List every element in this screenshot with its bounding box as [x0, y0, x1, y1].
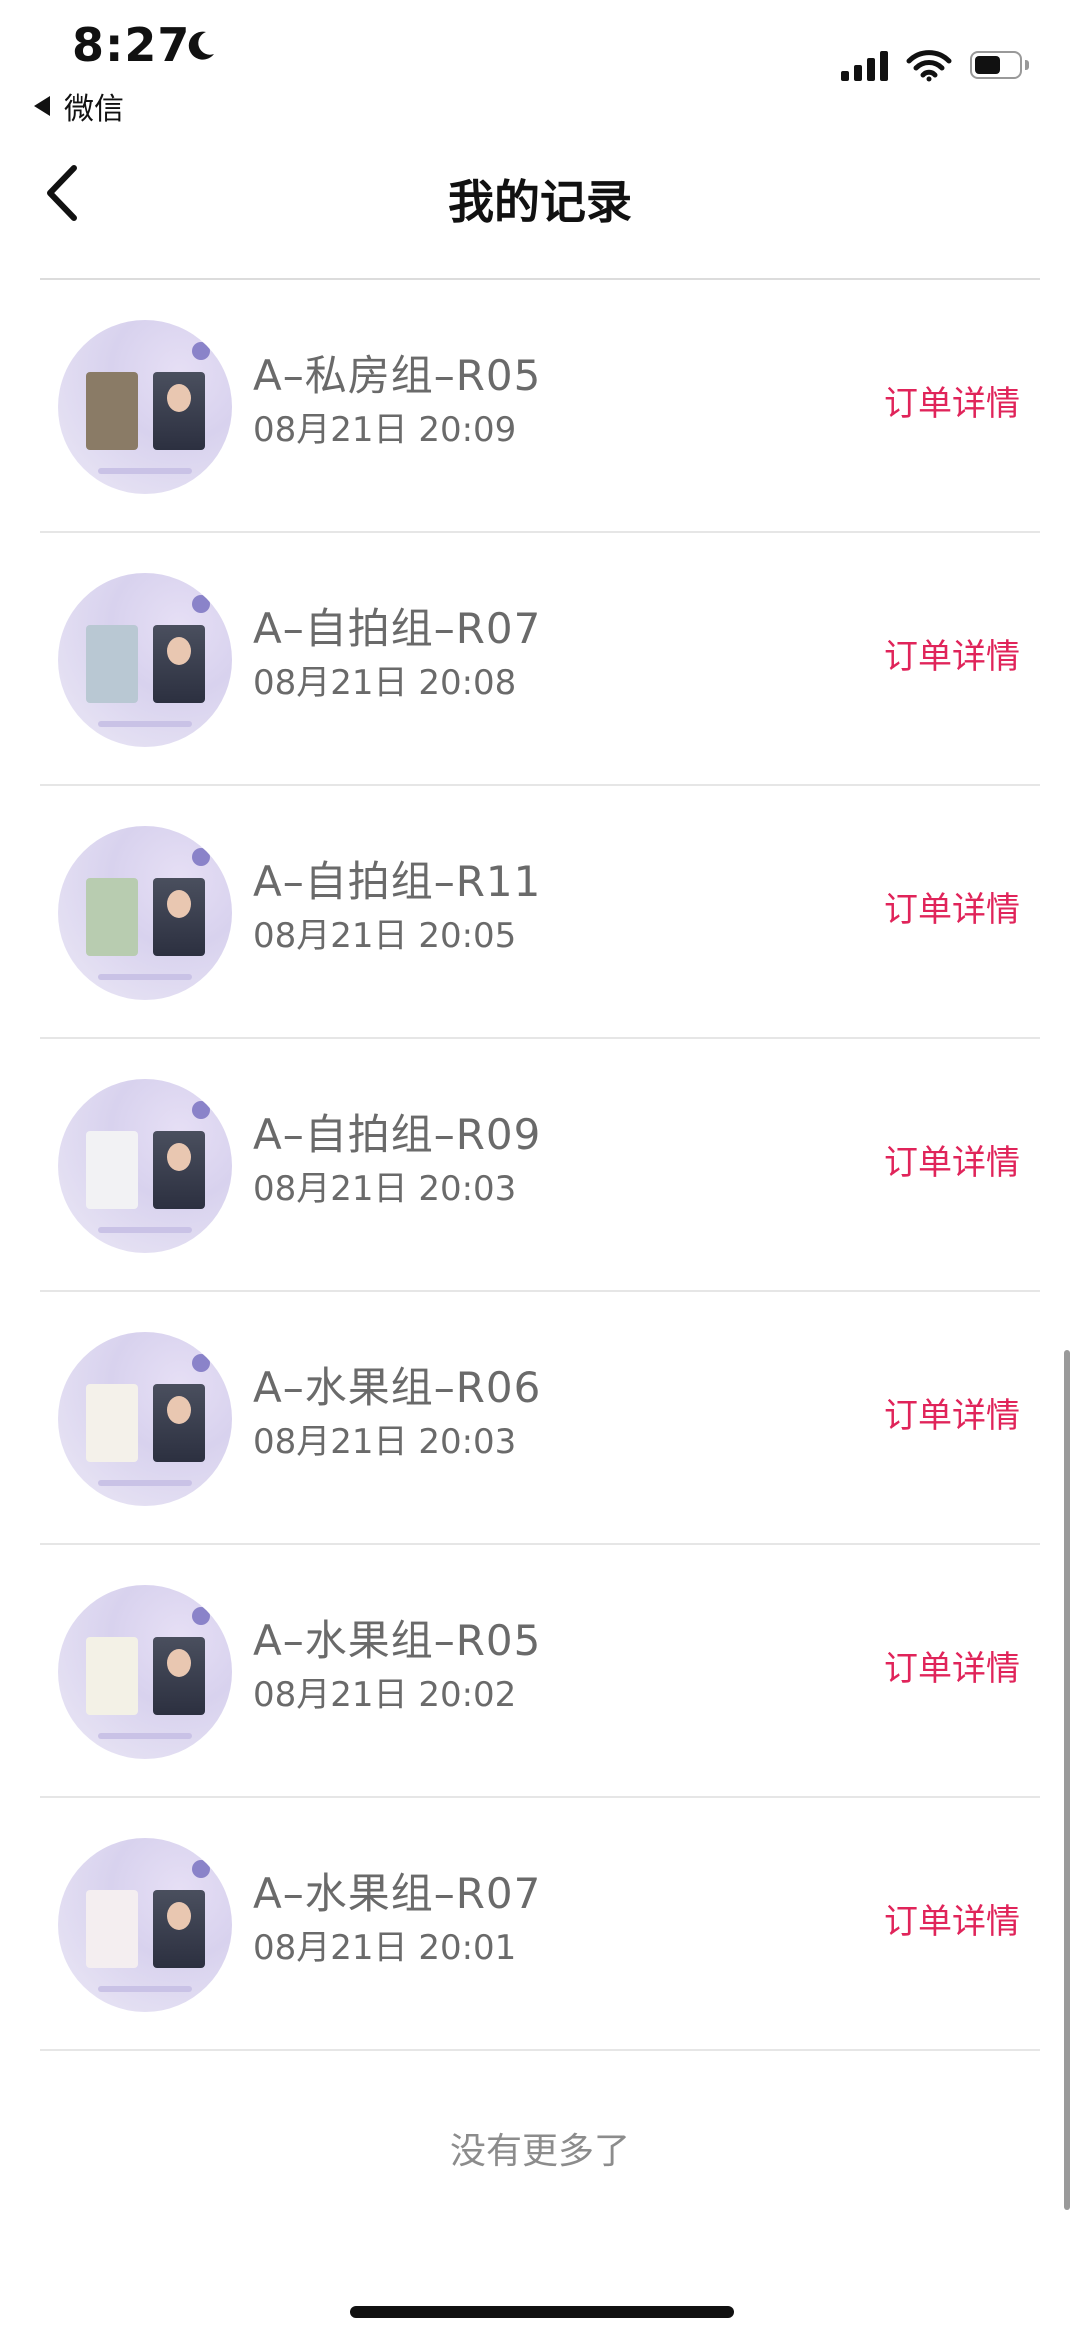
record-date: 08月21日 20:01 [253, 1928, 517, 1968]
thumbnail-badge [192, 1607, 210, 1625]
record-list: A–私房组–R05 08月21日 20:09 订单详情 A–自拍组–R07 08月21日… [40, 280, 1040, 2051]
photo-card-front [86, 372, 138, 450]
thumbnail-strip [98, 1227, 192, 1233]
photo-card-front [86, 1384, 138, 1462]
photo-card-portrait [153, 625, 205, 703]
order-detail-button[interactable]: 订单详情 [884, 1135, 1020, 1184]
back-to-app-link[interactable]: 微信 [34, 84, 124, 128]
record-date: 08月21日 20:02 [253, 1675, 517, 1715]
back-app-label: 微信 [64, 92, 124, 127]
photo-card-portrait [153, 1384, 205, 1462]
nav-bar: 我的记录 [0, 130, 1080, 278]
photo-card-portrait [153, 1131, 205, 1209]
thumbnail-strip [98, 721, 192, 727]
scrollbar[interactable] [1064, 1350, 1070, 2210]
record-thumbnail [58, 1585, 232, 1759]
record-row[interactable]: A–水果组–R05 08月21日 20:02 订单详情 [40, 1545, 1040, 1798]
status-bar: 8:27 微信 [0, 0, 1080, 130]
page-title: 我的记录 [448, 175, 632, 229]
record-name: A–私房组–R05 [253, 351, 542, 400]
record-date: 08月21日 20:03 [253, 1422, 517, 1462]
record-name: A–水果组–R07 [253, 1869, 542, 1918]
record-name: A–自拍组–R11 [253, 857, 542, 906]
status-time: 8:27 [72, 18, 191, 72]
record-thumbnail [58, 826, 232, 1000]
record-row[interactable]: A–私房组–R05 08月21日 20:09 订单详情 [40, 280, 1040, 533]
thumbnail-badge [192, 1354, 210, 1372]
record-date: 08月21日 20:08 [253, 663, 517, 703]
photo-card-portrait [153, 1637, 205, 1715]
order-detail-button[interactable]: 订单详情 [884, 882, 1020, 931]
photo-card-front [86, 1637, 138, 1715]
record-row[interactable]: A–自拍组–R11 08月21日 20:05 订单详情 [40, 786, 1040, 1039]
record-name: A–自拍组–R09 [253, 1110, 542, 1159]
photo-card-portrait [153, 372, 205, 450]
thumbnail-badge [192, 342, 210, 360]
record-row[interactable]: A–水果组–R07 08月21日 20:01 订单详情 [40, 1798, 1040, 2051]
thumbnail-strip [98, 1480, 192, 1486]
record-date: 08月21日 20:03 [253, 1169, 517, 1209]
thumbnail-badge [192, 1860, 210, 1878]
battery-icon [970, 51, 1032, 81]
order-detail-button[interactable]: 订单详情 [884, 1388, 1020, 1437]
record-thumbnail [58, 320, 232, 494]
home-indicator[interactable] [350, 2306, 734, 2318]
thumbnail-badge [192, 848, 210, 866]
thumbnail-badge [192, 595, 210, 613]
wifi-icon [906, 50, 952, 82]
photo-card-front [86, 625, 138, 703]
status-icons [841, 50, 1032, 82]
record-row[interactable]: A–自拍组–R09 08月21日 20:03 订单详情 [40, 1039, 1040, 1292]
thumbnail-strip [98, 974, 192, 980]
back-triangle-icon [34, 96, 50, 116]
record-thumbnail [58, 1332, 232, 1506]
record-date: 08月21日 20:09 [253, 410, 517, 450]
order-detail-button[interactable]: 订单详情 [884, 1894, 1020, 1943]
no-more-text: 没有更多了 [449, 2131, 630, 2172]
thumbnail-strip [98, 1733, 192, 1739]
record-thumbnail [58, 573, 232, 747]
record-thumbnail [58, 1079, 232, 1253]
order-detail-button[interactable]: 订单详情 [884, 376, 1020, 425]
thumbnail-strip [98, 1986, 192, 1992]
record-name: A–自拍组–R07 [253, 604, 542, 653]
record-name: A–水果组–R06 [253, 1363, 542, 1412]
cellular-signal-icon [841, 51, 888, 81]
record-row[interactable]: A–水果组–R06 08月21日 20:03 订单详情 [40, 1292, 1040, 1545]
record-name: A–水果组–R05 [253, 1616, 542, 1665]
photo-card-front [86, 878, 138, 956]
record-thumbnail [58, 1838, 232, 2012]
order-detail-button[interactable]: 订单详情 [884, 1641, 1020, 1690]
record-date: 08月21日 20:05 [253, 916, 517, 956]
photo-card-portrait [153, 1890, 205, 1968]
photo-card-portrait [153, 878, 205, 956]
photo-card-front [86, 1890, 138, 1968]
record-row[interactable]: A–自拍组–R07 08月21日 20:08 订单详情 [40, 533, 1040, 786]
moon-icon [188, 31, 214, 60]
thumbnail-strip [98, 468, 192, 474]
thumbnail-badge [192, 1101, 210, 1119]
order-detail-button[interactable]: 订单详情 [884, 629, 1020, 678]
photo-card-front [86, 1131, 138, 1209]
